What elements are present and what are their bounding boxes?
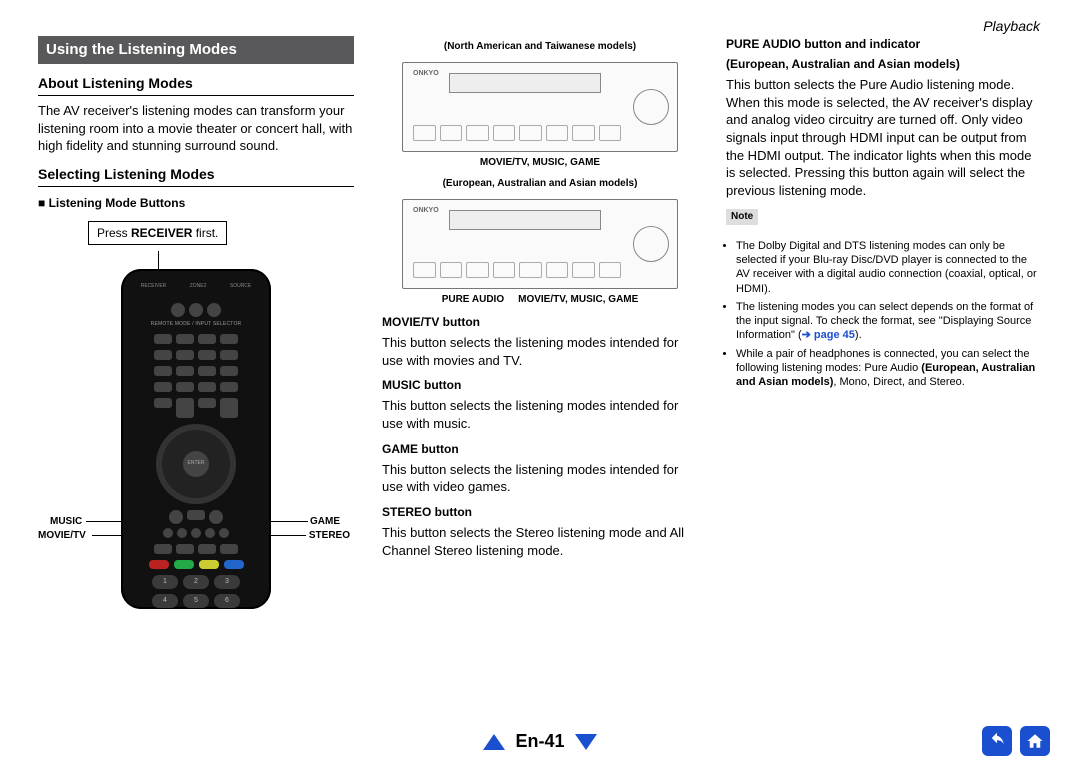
- notes-list: The Dolby Digital and DTS listening mode…: [726, 239, 1042, 390]
- callout-pre: Press: [97, 226, 131, 240]
- caption-eu-buttons: PURE AUDIO MOVIE/TV, MUSIC, GAME: [382, 293, 698, 307]
- note2-pre: The listening modes you can select depen…: [736, 301, 1033, 342]
- next-page-icon[interactable]: [575, 734, 597, 750]
- column-3: PURE AUDIO button and indicator (Europea…: [726, 36, 1042, 609]
- receiver-front-eu: ONKYO: [402, 199, 678, 289]
- caption-na-buttons: MOVIE/TV, MUSIC, GAME: [382, 156, 698, 170]
- heading-about: About Listening Modes: [38, 74, 354, 96]
- caption-pure-audio: PURE AUDIO: [442, 293, 504, 307]
- heading-stereo-btn: STEREO button: [382, 504, 698, 520]
- remote-body: RECEIVERZONE2SOURCE REMOTE MODE / INPUT …: [121, 269, 271, 609]
- page-link[interactable]: ➔ page 45: [802, 329, 855, 341]
- para-movietv: This button selects the listening modes …: [382, 334, 698, 369]
- callout-post: first.: [192, 226, 218, 240]
- section-header: Playback: [983, 18, 1040, 34]
- column-2: (North American and Taiwanese models) ON…: [382, 36, 698, 609]
- callout-leader-line: [158, 251, 159, 269]
- label-game: GAME: [310, 515, 340, 529]
- heading-pure-audio-2: (European, Australian and Asian models): [726, 56, 1042, 72]
- title-bar: Using the Listening Modes: [38, 36, 354, 64]
- callout-receiver-first: Press RECEIVER first.: [88, 221, 227, 245]
- para-about: The AV receiver's listening modes can tr…: [38, 102, 354, 155]
- heading-selecting: Selecting Listening Modes: [38, 165, 354, 187]
- note-item-2: The listening modes you can select depen…: [736, 300, 1042, 343]
- label-stereo: STEREO: [309, 529, 350, 543]
- home-icon[interactable]: [1020, 726, 1050, 756]
- note2-post: ).: [855, 329, 862, 341]
- prev-page-icon[interactable]: [483, 734, 505, 750]
- note3-post: , Mono, Direct, and Stereo.: [833, 376, 964, 388]
- para-game: This button selects the listening modes …: [382, 461, 698, 496]
- page-number: En-41: [515, 731, 564, 752]
- label-music: MUSIC: [50, 515, 82, 529]
- caption-eu-models: (European, Australian and Asian models): [382, 177, 698, 191]
- para-pure-audio: This button selects the Pure Audio liste…: [726, 76, 1042, 199]
- callout-bold: RECEIVER: [131, 226, 192, 240]
- receiver-front-na: ONKYO: [402, 62, 678, 152]
- page-footer: En-41: [0, 731, 1080, 752]
- label-movietv: MOVIE/TV: [38, 529, 86, 543]
- note-label: Note: [726, 209, 758, 225]
- back-icon[interactable]: [982, 726, 1012, 756]
- para-music: This button selects the listening modes …: [382, 397, 698, 432]
- para-stereo: This button selects the Stereo listening…: [382, 524, 698, 559]
- note-item-1: The Dolby Digital and DTS listening mode…: [736, 239, 1042, 296]
- caption-movie-music-game: MOVIE/TV, MUSIC, GAME: [518, 293, 638, 307]
- heading-movietv-btn: MOVIE/TV button: [382, 314, 698, 330]
- remote-illustration: MUSIC MOVIE/TV GAME STEREO RECEIVERZONE2…: [38, 269, 354, 609]
- heading-music-btn: MUSIC button: [382, 377, 698, 393]
- heading-lm-buttons: Listening Mode Buttons: [38, 195, 354, 211]
- column-1: Using the Listening Modes About Listenin…: [38, 36, 354, 609]
- heading-game-btn: GAME button: [382, 441, 698, 457]
- note-item-3: While a pair of headphones is connected,…: [736, 347, 1042, 390]
- caption-na-models: (North American and Taiwanese models): [382, 40, 698, 54]
- heading-pure-audio-1: PURE AUDIO button and indicator: [726, 36, 1042, 52]
